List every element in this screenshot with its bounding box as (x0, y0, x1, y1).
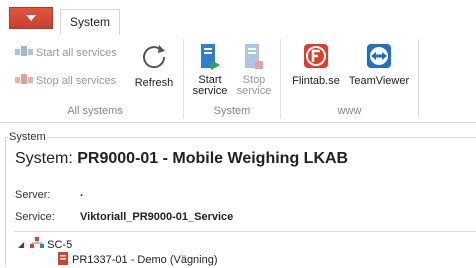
service-label: Service: (15, 211, 55, 223)
tab-system[interactable]: System (60, 9, 120, 35)
server-value: . (80, 187, 84, 199)
system-heading-prefix: System: (15, 150, 73, 167)
system-heading-value: PR9000-01 - Mobile Weighing LKAB (77, 150, 349, 167)
tree-item-child-label: PR1337-01 - Demo (Vägning) (72, 254, 218, 266)
stop-all-label: Stop all services (36, 74, 117, 87)
teamviewer-button[interactable]: TeamViewer (346, 42, 412, 87)
panel-title: System (8, 131, 47, 143)
group-divider (280, 39, 281, 119)
group-label-system: System (213, 105, 251, 117)
teamviewer-icon (365, 44, 393, 73)
tree-item-root-label: SC-5 (47, 238, 73, 251)
application-menu-button[interactable] (9, 7, 53, 29)
panel-border-top (5, 137, 476, 138)
group-divider (418, 39, 419, 119)
group-divider (183, 39, 184, 119)
network-icon (30, 237, 45, 252)
start-all-icon (15, 45, 33, 60)
start-all-services-button[interactable]: Start all services (15, 45, 117, 60)
flintab-button[interactable]: Flintab.se (287, 42, 345, 87)
refresh-button[interactable]: Refresh (132, 42, 176, 89)
panel-border-left (5, 137, 6, 266)
ribbon: Start all services Stop all services Ref… (0, 35, 476, 123)
system-heading: System: PR9000-01 - Mobile Weighing LKAB (15, 150, 348, 168)
stop-all-icon (15, 73, 33, 88)
system-tree: ◢ SC-5 PR1337-01 - Demo (Vägning) (14, 231, 476, 267)
collapse-arrow-icon[interactable]: ◢ (18, 240, 24, 249)
stop-service-button[interactable]: Stop service (234, 42, 274, 97)
tree-item-root[interactable]: ◢ SC-5 (18, 237, 72, 252)
server-label: Server: (15, 189, 51, 201)
dropdown-arrow-icon (26, 15, 36, 21)
group-label-all-systems: All systems (67, 105, 123, 117)
flintab-icon (302, 44, 330, 73)
start-service-button[interactable]: Start service (190, 42, 230, 97)
service-value: Viktoriall_PR9000-01_Service (80, 211, 234, 223)
ribbon-tab-bar: System (0, 0, 476, 36)
refresh-icon (139, 45, 169, 75)
stop-service-label-2: service (236, 85, 272, 97)
group-label-www: www (337, 105, 362, 117)
stop-all-services-button[interactable]: Stop all services (15, 73, 116, 88)
start-service-label-2: service (192, 85, 228, 97)
flintab-label: Flintab.se (292, 75, 340, 87)
start-all-label: Start all services (36, 46, 117, 59)
refresh-label: Refresh (134, 77, 174, 89)
teamviewer-label: TeamViewer (348, 75, 410, 87)
